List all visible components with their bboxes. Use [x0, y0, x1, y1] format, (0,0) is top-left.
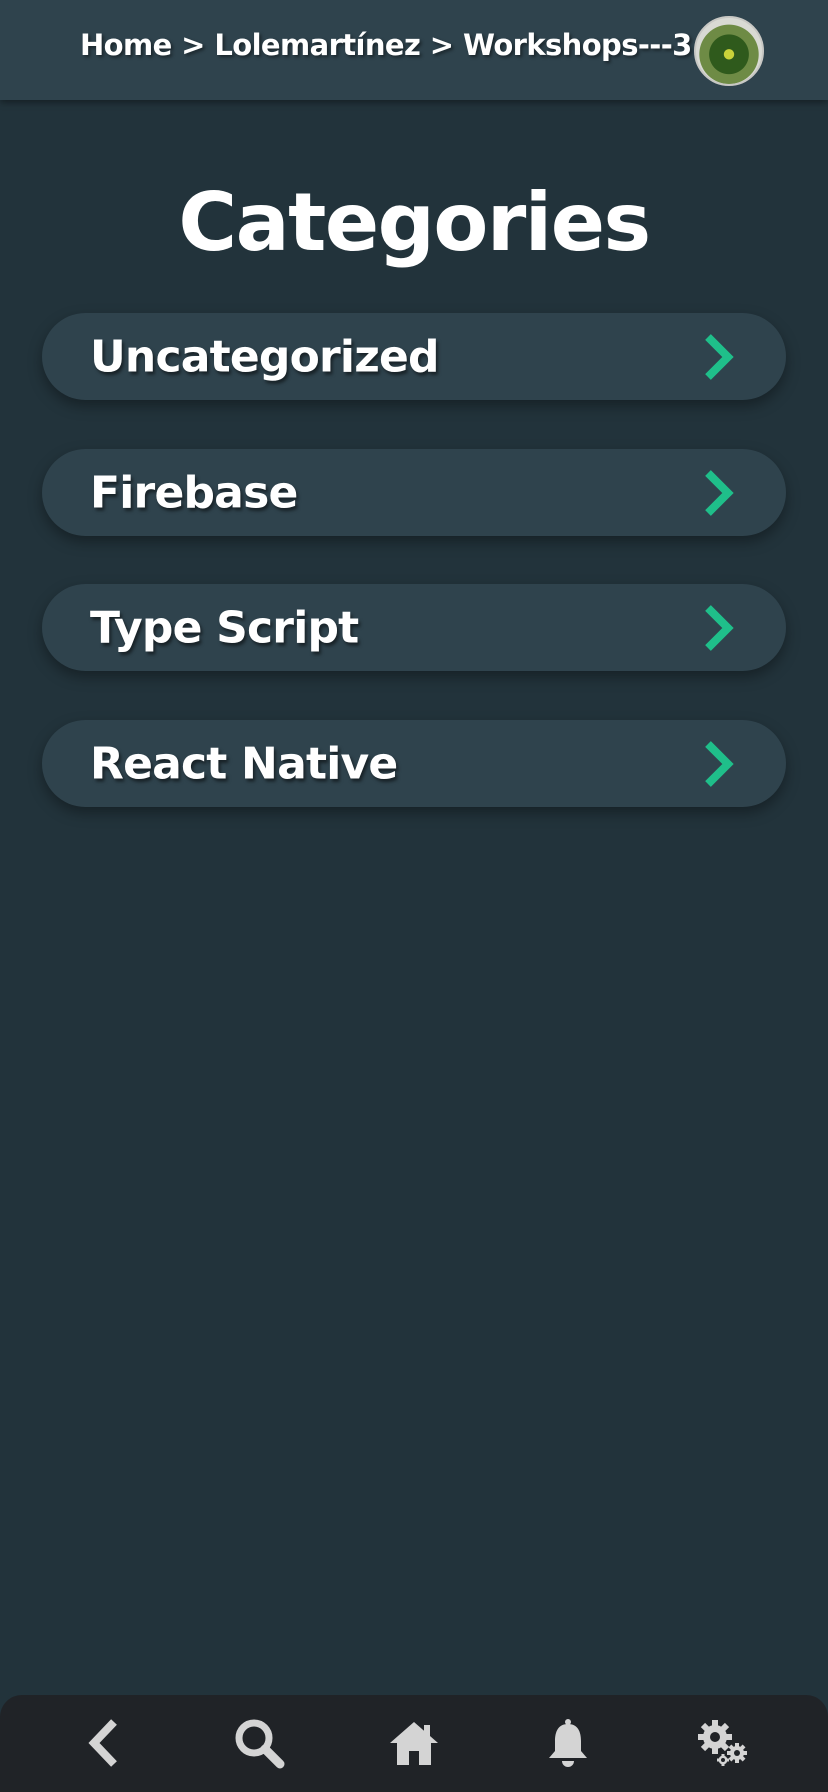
- bottom-nav: [0, 1695, 828, 1792]
- category-label: Firebase: [90, 467, 298, 518]
- category-item-firebase[interactable]: Firebase: [42, 449, 786, 536]
- top-header: Home > Lolemartínez > Workshops---3: [0, 0, 828, 100]
- home-button[interactable]: [384, 1713, 444, 1773]
- chevron-right-icon: [705, 469, 734, 516]
- category-item-react-native[interactable]: React Native: [42, 720, 786, 807]
- home-icon: [390, 1722, 438, 1765]
- chevron-right-icon: [705, 604, 734, 651]
- category-item-uncategorized[interactable]: Uncategorized: [42, 313, 786, 400]
- search-button[interactable]: [229, 1713, 289, 1773]
- page-title: Categories: [178, 176, 651, 269]
- category-item-type-script[interactable]: Type Script: [42, 584, 786, 671]
- category-label: Uncategorized: [90, 331, 440, 382]
- chevron-right-icon: [705, 740, 734, 787]
- back-button[interactable]: [74, 1713, 134, 1773]
- notifications-button[interactable]: [538, 1713, 598, 1773]
- back-arrow-icon: [88, 1719, 117, 1767]
- settings-button[interactable]: [694, 1713, 754, 1773]
- page: Home > Lolemartínez > Workshops---3 Cate…: [0, 0, 828, 1792]
- category-label: React Native: [90, 738, 398, 789]
- settings-gears-icon: [698, 1720, 747, 1766]
- bell-icon: [549, 1719, 587, 1767]
- chevron-right-icon: [705, 333, 734, 380]
- avatar[interactable]: [694, 16, 764, 86]
- breadcrumb[interactable]: Home > Lolemartínez > Workshops---3: [80, 28, 692, 62]
- search-icon: [235, 1719, 285, 1769]
- category-label: Type Script: [90, 602, 359, 653]
